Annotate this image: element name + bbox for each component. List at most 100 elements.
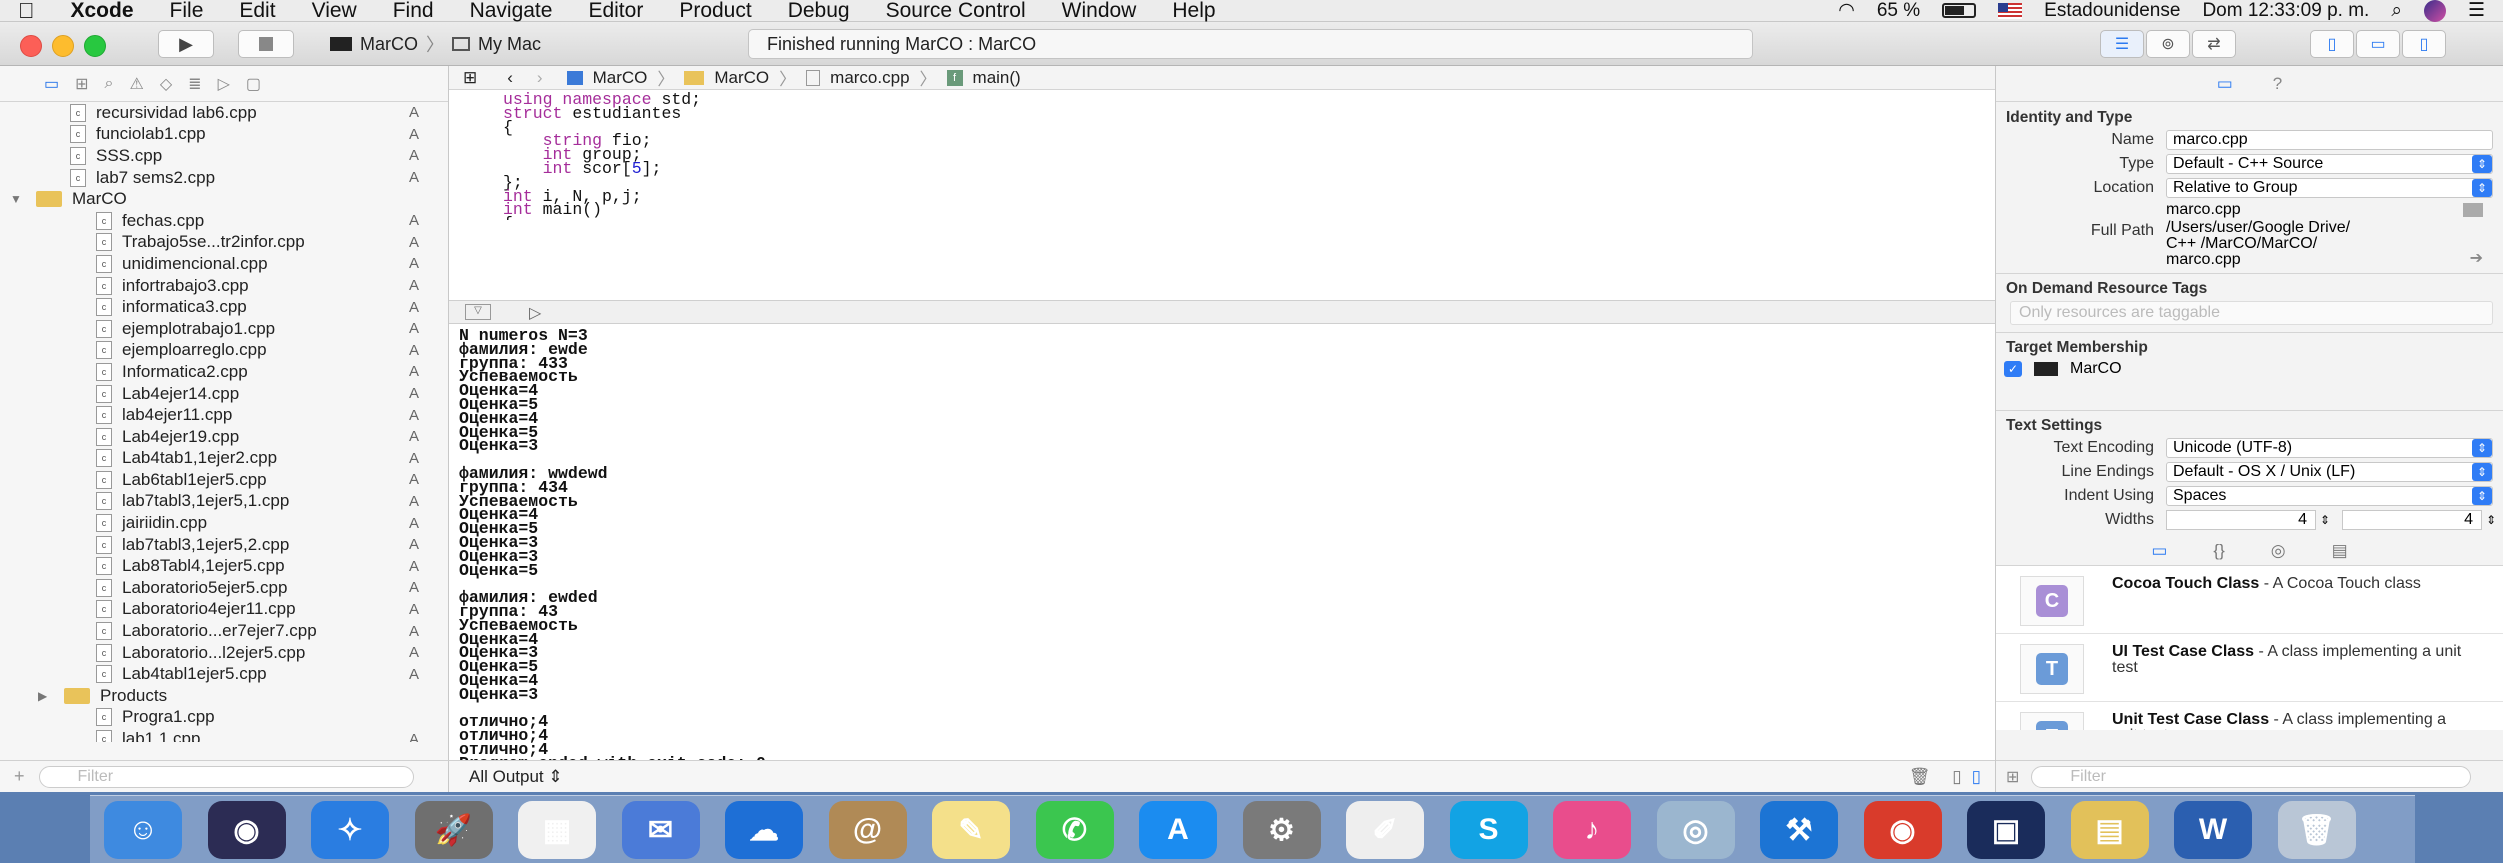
tree-file[interactable]: c lab7tabl3,1ejer5,2.cpp A: [0, 534, 449, 556]
tree-file[interactable]: c Laboratorio...l2ejer5.cpp A: [0, 642, 449, 664]
tree-file[interactable]: c funciolab1.cpp A: [0, 124, 449, 146]
version-editor-button[interactable]: ⇄: [2192, 30, 2236, 58]
toggle-utilities-button[interactable]: ▯: [2402, 30, 2446, 58]
battery-label[interactable]: 65 %: [1877, 0, 1920, 22]
facetime-icon[interactable]: ✆: [1035, 801, 1114, 859]
output-filter-selector[interactable]: All Output ⇕: [469, 767, 563, 787]
apple-menu-icon[interactable]: : [0, 0, 53, 24]
tree-file[interactable]: c SSS.cpp A: [0, 145, 449, 167]
library-filter-input[interactable]: Filter: [2031, 765, 2472, 788]
menu-window[interactable]: Window: [1044, 0, 1155, 23]
tree-file[interactable]: c jairiidin.cpp A: [0, 512, 449, 534]
tree-file[interactable]: c informatica3.cpp A: [0, 296, 449, 318]
crumb-function[interactable]: main(): [973, 68, 1021, 88]
file-template-icon[interactable]: ▭: [2151, 541, 2167, 561]
issue-navigator-icon[interactable]: ⚠: [130, 74, 144, 94]
encoding-popup[interactable]: Unicode (UTF-8): [2166, 438, 2493, 458]
tree-group[interactable]: ▶ Products: [0, 685, 449, 707]
tree-file[interactable]: c recursividad lab6.cpp A: [0, 102, 449, 124]
template-item[interactable]: C Cocoa Touch Class - A Cocoa Touch class: [1996, 566, 2503, 634]
find-navigator-icon[interactable]: ⌕: [105, 75, 114, 93]
disclosure-closed-icon[interactable]: ▶: [38, 689, 47, 703]
code-line[interactable]: string fio;: [503, 133, 1995, 150]
file-inspector-icon[interactable]: ▭: [2217, 74, 2233, 94]
tree-file[interactable]: c Laboratorio5ejer5.cpp A: [0, 577, 449, 599]
menu-source-control[interactable]: Source Control: [868, 0, 1044, 23]
hide-debug-area-icon[interactable]: ▽: [465, 304, 491, 320]
tree-file[interactable]: c infortrabajo3.cpp A: [0, 275, 449, 297]
add-icon[interactable]: +: [14, 766, 25, 787]
notes-icon[interactable]: ✎: [932, 801, 1010, 859]
tree-file[interactable]: c unidimencional.cpp A: [0, 253, 449, 275]
finder-window-icon[interactable]: ▣: [1967, 801, 2045, 859]
wifi-icon[interactable]: ◠: [1838, 0, 1855, 22]
template-item[interactable]: T UI Test Case Class - A class implementi…: [1996, 634, 2503, 702]
xcode-icon[interactable]: ⚒: [1760, 801, 1838, 859]
media-library-icon[interactable]: ▤: [2332, 541, 2348, 561]
finder-icon[interactable]: ☺: [104, 801, 182, 859]
crumb-project[interactable]: MarCO: [593, 68, 648, 88]
tree-group[interactable]: ▼ MarCO: [0, 188, 449, 210]
disclosure-open-icon[interactable]: ▼: [10, 192, 22, 206]
menu-help[interactable]: Help: [1154, 0, 1233, 23]
folder-icon[interactable]: ▤: [2070, 801, 2149, 859]
type-popup[interactable]: Default - C++ Source: [2166, 154, 2493, 174]
battery-icon[interactable]: [1942, 3, 1977, 18]
folder-icon[interactable]: [2463, 203, 2483, 217]
minimize-button[interactable]: [52, 35, 74, 57]
variables-view-icon[interactable]: ▯: [1952, 767, 1961, 787]
contacts-icon[interactable]: @: [828, 801, 907, 859]
app-menu[interactable]: Xcode: [53, 0, 152, 23]
code-line[interactable]: int main(): [503, 202, 1995, 219]
tree-file[interactable]: c lab7 sems2.cpp A: [0, 167, 449, 189]
tree-file[interactable]: c Laboratorio...er7ejer7.cpp A: [0, 620, 449, 642]
menu-debug[interactable]: Debug: [770, 0, 868, 23]
mail-icon[interactable]: ✉: [621, 801, 700, 859]
crumb-file[interactable]: marco.cpp: [830, 68, 909, 88]
navigator-filter-input[interactable]: Filter: [38, 765, 414, 788]
breakpoint-navigator-icon[interactable]: ▷: [218, 74, 230, 94]
code-line[interactable]: int group;: [503, 146, 1995, 163]
preview-icon[interactable]: ◎: [1656, 801, 1735, 859]
tree-file[interactable]: c ejemploarreglo.cpp A: [0, 340, 449, 362]
test-navigator-icon[interactable]: ◇: [160, 74, 172, 94]
template-item[interactable]: T Unit Test Case Class - A class implemen…: [1996, 702, 2503, 730]
tree-file[interactable]: c Laboratorio4ejer11.cpp A: [0, 599, 449, 621]
input-source-label[interactable]: Estadounidense: [2044, 0, 2180, 22]
breakpoints-toggle-icon[interactable]: ▷: [529, 303, 541, 323]
code-line[interactable]: struct estudiantes: [503, 105, 1995, 122]
tree-file[interactable]: c ejemplotrabajo1.cpp A: [0, 318, 449, 340]
spotlight-icon[interactable]: ⌕: [2391, 0, 2402, 22]
trash-icon[interactable]: 🗑: [1909, 767, 1931, 787]
trash-icon[interactable]: 🗑: [2277, 801, 2356, 859]
menu-file[interactable]: File: [152, 0, 222, 23]
related-items-icon[interactable]: ⊞: [463, 68, 477, 88]
stop-button[interactable]: [238, 30, 294, 58]
back-icon[interactable]: ‹: [507, 68, 513, 88]
report-navigator-icon[interactable]: ▢: [246, 74, 261, 94]
console-view-icon[interactable]: ▯: [1972, 767, 1981, 787]
tree-file[interactable]: c Progra1.cpp: [0, 707, 449, 729]
appstore-icon[interactable]: A: [1139, 801, 1217, 859]
scheme-name[interactable]: MarCO: [360, 34, 418, 55]
skype-icon[interactable]: S: [1449, 801, 1528, 859]
notification-center-icon[interactable]: ☰: [2468, 0, 2485, 22]
flag-icon[interactable]: [1998, 2, 2023, 19]
menu-editor[interactable]: Editor: [570, 0, 661, 23]
tree-file[interactable]: c Lab8Tabl4,1ejer5.cpp A: [0, 555, 449, 577]
zoom-button[interactable]: [84, 35, 106, 57]
siri-icon[interactable]: [2423, 0, 2446, 22]
chrome-icon[interactable]: ◉: [1863, 801, 1942, 859]
tree-file[interactable]: c lab1,1.cpp A: [0, 728, 449, 742]
code-line[interactable]: using namespace std;: [503, 91, 1995, 108]
menu-edit[interactable]: Edit: [221, 0, 293, 23]
textedit-icon[interactable]: ✐: [1346, 801, 1424, 859]
name-field[interactable]: marco.cpp: [2166, 130, 2493, 150]
siri-icon[interactable]: ◉: [207, 801, 286, 859]
symbol-navigator-icon[interactable]: ⊞: [75, 74, 88, 94]
tree-file[interactable]: c Lab4tabl1ejer5.cpp A: [0, 663, 449, 685]
standard-editor-button[interactable]: ☰: [2100, 30, 2144, 58]
menu-find[interactable]: Find: [375, 0, 452, 23]
quick-help-icon[interactable]: ?: [2273, 74, 2282, 94]
stepper-icon[interactable]: ⇕: [2486, 513, 2496, 527]
